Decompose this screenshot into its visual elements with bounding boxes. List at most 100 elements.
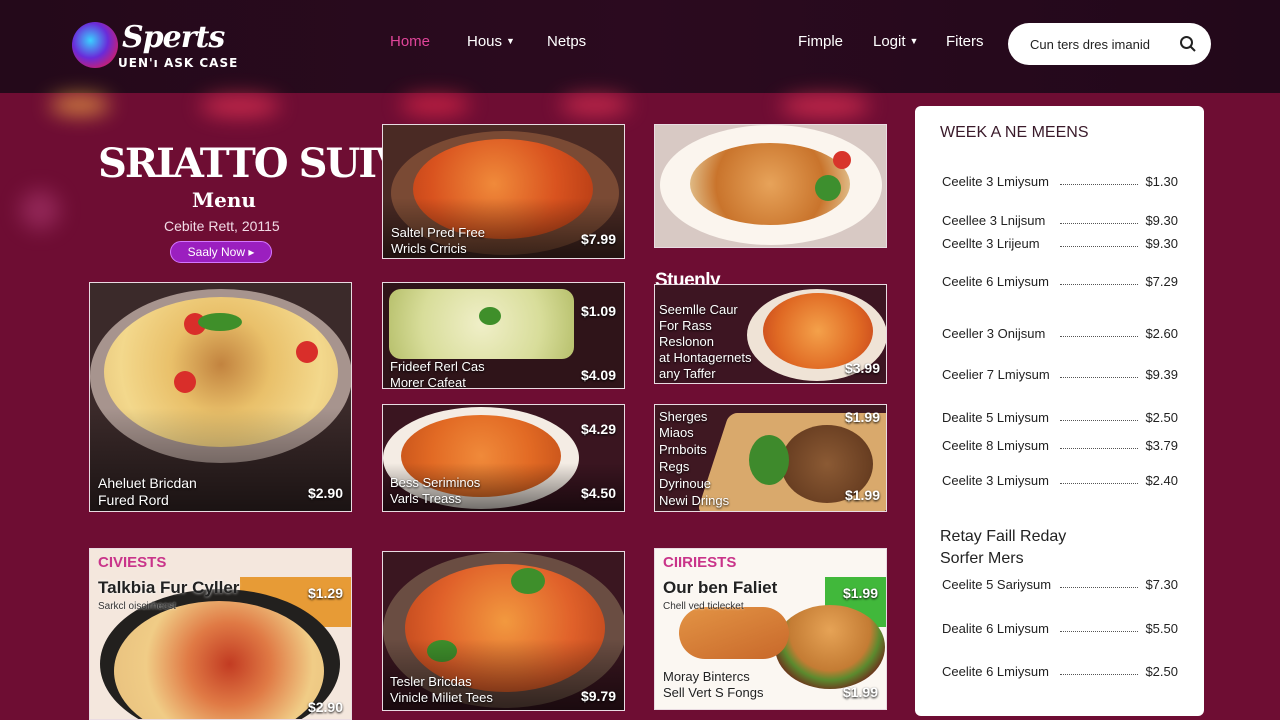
brand-name: Sperts [122,20,225,55]
menu-row[interactable]: Ceelite 5 Sariysum $7.30 [942,577,1178,595]
leader-dots [1060,420,1138,421]
burger-image [775,605,885,689]
card-price: $2.90 [307,699,343,715]
menu-row[interactable]: Ceelite 3 Lmiysum $1.30 [942,174,1178,192]
hero-subtitle: Menu [192,188,256,212]
card-price: $1.99 [842,585,878,601]
brand-logo[interactable]: Sperts UEN'ı ASK CASE [72,20,242,72]
menu-item-name: Ceelite 5 Sariysum [942,577,1052,592]
nav-item-fimple[interactable]: Fimple [798,33,843,50]
card-price: $4.09 [580,367,616,383]
menu-row[interactable]: Ceelite 6 Lmiysum $7.29 [942,274,1178,292]
leader-dots [1060,674,1138,675]
menu-item-name: Ceelite 3 Lmiysum [942,473,1049,488]
menu-card-saltel-pred[interactable]: Saltel Pred Free Wricls Crricis $7.99 [382,124,625,259]
card-price: $4.29 [580,421,616,437]
menu-item-price: $2.50 [1145,410,1178,425]
weekly-menu-panel: WEEK A NE MEENS Ceelite 3 Lmiysum $1.30 C… [915,106,1204,716]
menu-item-name: Ceeller 3 Onijsum [942,326,1046,341]
chevron-down-icon: ▼ [909,36,919,46]
bokeh-light [20,190,60,230]
menu-card-chili-fries[interactable]: Seemlle Caur For Rass Reslonon at Hontag… [654,284,887,384]
menu-item-name: Ceelite 6 Lmiysum [942,274,1049,289]
nav-item-hous[interactable]: Hous ▼ [467,33,515,50]
logo-emblem-icon [72,22,118,68]
panel-subtitle: Retay Faill Reday [940,528,1067,545]
nav-item-netps[interactable]: Netps [547,33,586,50]
menu-card-tesler[interactable]: Tesler Bricdas Vinicle Miliet Tees $9.79 [382,551,625,711]
menu-card-slaw[interactable]: $1.09 Frideef Rerl Cas Morer Cafeat $4.0… [382,282,625,389]
card-price: $1.99 [844,409,880,425]
nav-item-label: Fiters [946,33,984,50]
menu-row[interactable]: Dealite 5 Lmiysum $2.50 [942,410,1178,428]
leader-dots [1060,587,1138,588]
panel-title: WEEK A NE MEENS [940,124,1089,141]
nav-item-logit[interactable]: Logit ▼ [873,33,918,50]
menu-item-price: $2.40 [1145,473,1178,488]
menu-row[interactable]: Dealite 6 Lmiysum $5.50 [942,621,1178,639]
card-label: Newi Drings [659,493,730,508]
herb-garnish-image [479,307,501,325]
nav-item-fiters[interactable]: Fiters [946,33,984,50]
menu-card-talkbia[interactable]: CIVIESTS Talkbia Fur Cyller Sarkcl oisci… [89,548,352,720]
brand-tagline: UEN'ı ASK CASE [118,56,239,70]
nav-item-label: Home [390,33,431,50]
leader-dots [1060,377,1138,378]
bokeh-light [400,95,470,115]
card-label: Varls Treass [390,491,462,506]
menu-item-name: Dealite 5 Lmiysum [942,410,1049,425]
menu-row[interactable]: Ceelier 7 Lmiysum $9.39 [942,367,1178,385]
card-tag: CIIRIESTS [663,554,737,571]
order-now-button[interactable]: Saaly Now ▸ [170,241,272,263]
menu-item-name: Ceelite 8 Lmiysum [942,438,1049,453]
card-label: Sherges [659,409,708,424]
menu-row[interactable]: Ceelite 8 Lmiysum $3.79 [942,438,1178,456]
nav-item-label: Hous [467,33,503,50]
menu-row[interactable]: Ceellte 3 Lrijeum $9.30 [942,236,1178,254]
bokeh-light [200,95,280,117]
card-price: $2.90 [307,485,343,501]
hero-date: Cebite Rett, 20115 [164,218,280,234]
card-label: Tesler Bricdas [390,674,472,689]
tomato-image [833,151,851,169]
menu-card-pasta[interactable]: Aheluet Bricdan Fured Rord $2.90 [89,282,352,512]
menu-item-price: $2.50 [1145,664,1178,679]
menu-item-price: $9.30 [1145,213,1178,228]
menu-card-our-ben[interactable]: CIIRIESTS Our ben Faliet Chell ved ticle… [654,548,887,710]
bokeh-light [780,95,870,117]
card-label: Miaos [659,425,694,440]
card-label: Reslonon [659,334,714,349]
card-label: Vinicle Miliet Tees [390,690,493,705]
card-price: $1.99 [844,487,880,503]
leader-dots [1060,483,1138,484]
herb-garnish-image [749,435,789,485]
search-icon[interactable] [1179,35,1197,53]
herb-garnish-image [511,568,545,594]
card-label: Aheluet Bricdan [98,475,197,491]
menu-card-fries[interactable]: $4.29 Bess Seriminos Varls Treass $4.50 [382,404,625,512]
card-label: Morer Cafeat [390,375,466,389]
menu-row[interactable]: Ceelite 3 Lmiysum $2.40 [942,473,1178,491]
search-input[interactable] [1030,34,1170,54]
nav-item-home[interactable]: Home [390,33,430,50]
menu-card-board[interactable]: $1.99 Sherges Miaos Prnboits Regs Dyrino… [654,404,887,512]
card-price: $1.99 [842,684,878,700]
food-image [389,289,574,359]
card-label: For Rass [659,318,712,333]
card-label: Wricls Crricis [391,241,467,256]
card-label: Moray Bintercs [663,669,750,684]
menu-row[interactable]: Ceelite 6 Lmiysum $2.50 [942,664,1178,682]
menu-item-price: $7.30 [1145,577,1178,592]
menu-row[interactable]: Ceellee 3 Lnijsum $9.30 [942,213,1178,231]
menu-card-fries-plate[interactable] [654,124,887,248]
leader-dots [1060,284,1138,285]
nav-item-label: Logit [873,33,906,50]
menu-row[interactable]: Ceeller 3 Onijsum $2.60 [942,326,1178,344]
card-label: Seemlle Caur [659,302,738,317]
card-title: Our ben Faliet [663,578,778,597]
card-price: $3.99 [844,360,880,376]
search-box[interactable] [1008,23,1211,65]
card-label: Fured Rord [98,492,169,508]
card-tag: CIVIESTS [98,554,167,571]
card-label: Saltel Pred Free [391,225,485,240]
